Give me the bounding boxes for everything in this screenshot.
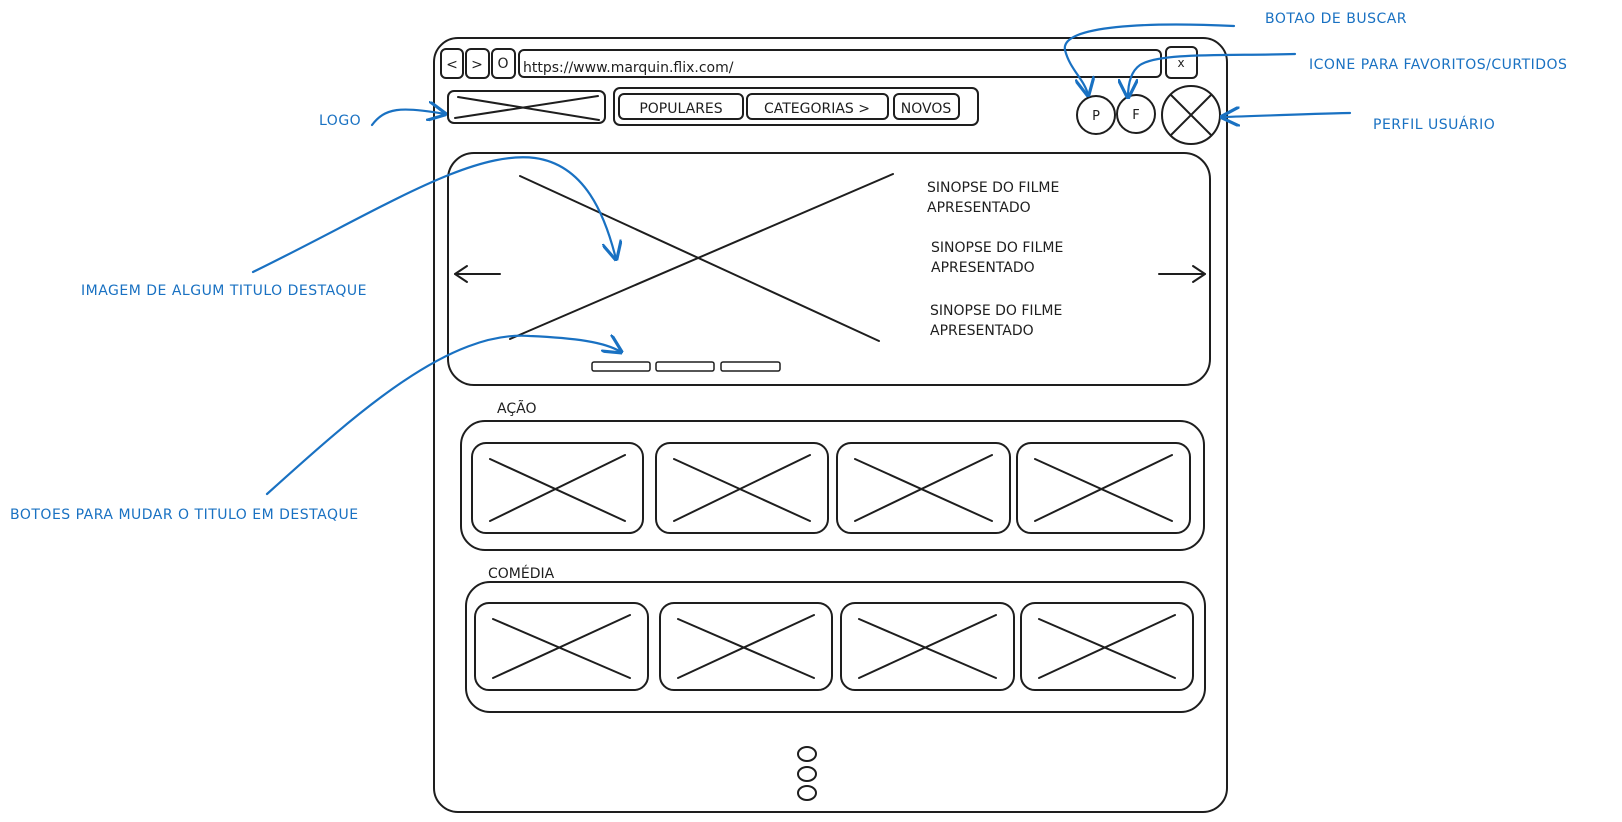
synopsis-line: APRESENTADO: [931, 260, 1035, 276]
forward-button[interactable]: >: [465, 48, 490, 79]
annotation-hero-buttons: BOTOES PARA MUDAR O TITULO EM DESTAQUE: [10, 507, 359, 523]
movie-card[interactable]: [659, 602, 833, 691]
hero-banner: [447, 152, 1211, 386]
annotation-hero-image: IMAGEM DE ALGUM TITULO DESTAQUE: [81, 283, 367, 299]
hero-slide-dot[interactable]: [720, 361, 781, 372]
annotation-logo: LOGO: [319, 113, 361, 129]
reload-button[interactable]: O: [491, 48, 516, 79]
movie-card[interactable]: [471, 442, 644, 534]
favorites-label: F: [1132, 108, 1139, 123]
hero-image-placeholder[interactable]: [509, 173, 894, 342]
search-label: P: [1092, 109, 1100, 124]
movie-card[interactable]: [840, 602, 1015, 691]
movie-card[interactable]: [1016, 442, 1191, 534]
hero-next-arrow-icon[interactable]: [1158, 265, 1206, 283]
nav-categorias[interactable]: CATEGORIAS >: [746, 93, 889, 120]
nav-populares[interactable]: POPULARES: [618, 93, 744, 120]
close-button[interactable]: x: [1165, 46, 1198, 79]
synopsis-line: SINOPSE DO FILME: [927, 180, 1059, 196]
movie-card[interactable]: [474, 602, 649, 691]
annotation-arrow-profile: [1222, 113, 1352, 117]
reload-label: O: [497, 56, 508, 72]
favorites-button[interactable]: F: [1116, 94, 1156, 134]
annotation-search: BOTAO DE BUSCAR: [1265, 11, 1407, 27]
row-title-comedia: COMÉDIA: [488, 565, 555, 582]
nav-label: NOVOS: [901, 101, 952, 117]
back-button[interactable]: <: [440, 48, 464, 79]
annotation-arrow-favorites: [1128, 52, 1297, 97]
nav-label: CATEGORIAS >: [764, 101, 870, 117]
row-comedia: [465, 581, 1206, 713]
browser-window: [433, 37, 1228, 813]
wireframe-canvas: < > O https://www.marquin.flix.com/ x PO…: [10, 11, 1567, 813]
synopsis-line: APRESENTADO: [927, 200, 1031, 216]
hero-synopsis: SINOPSE DO FILME APRESENTADO SINOPSE DO …: [927, 180, 1063, 339]
row-title-acao: AÇÃO: [497, 400, 536, 417]
synopsis-line: APRESENTADO: [930, 323, 1034, 339]
more-icon[interactable]: [797, 746, 817, 801]
synopsis-line: SINOPSE DO FILME: [930, 303, 1062, 319]
annotation-arrow-hero-buttons: [265, 336, 621, 496]
hero-slide-dot[interactable]: [655, 361, 715, 372]
annotation-favorites: ICONE PARA FAVORITOS/CURTIDOS: [1309, 57, 1567, 73]
hero-slide-dot[interactable]: [591, 361, 651, 372]
logo-placeholder[interactable]: [447, 90, 606, 124]
nav-label: POPULARES: [639, 101, 722, 117]
search-button[interactable]: P: [1076, 95, 1116, 135]
annotation-profile: PERFIL USUÁRIO: [1373, 116, 1495, 133]
close-label: x: [1177, 56, 1184, 70]
forward-label: >: [471, 57, 483, 73]
synopsis-line: SINOPSE DO FILME: [931, 240, 1063, 256]
movie-card[interactable]: [836, 442, 1011, 534]
nav-novos[interactable]: NOVOS: [893, 93, 960, 120]
url-text: https://www.marquin.flix.com/: [523, 60, 734, 76]
hero-prev-arrow-icon[interactable]: [454, 265, 501, 283]
movie-card[interactable]: [1020, 602, 1194, 691]
movie-card[interactable]: [655, 442, 829, 534]
profile-avatar[interactable]: [1161, 85, 1221, 145]
annotation-arrow-search: [1063, 23, 1236, 95]
back-label: <: [446, 57, 458, 73]
url-bar[interactable]: https://www.marquin.flix.com/: [518, 49, 1162, 78]
